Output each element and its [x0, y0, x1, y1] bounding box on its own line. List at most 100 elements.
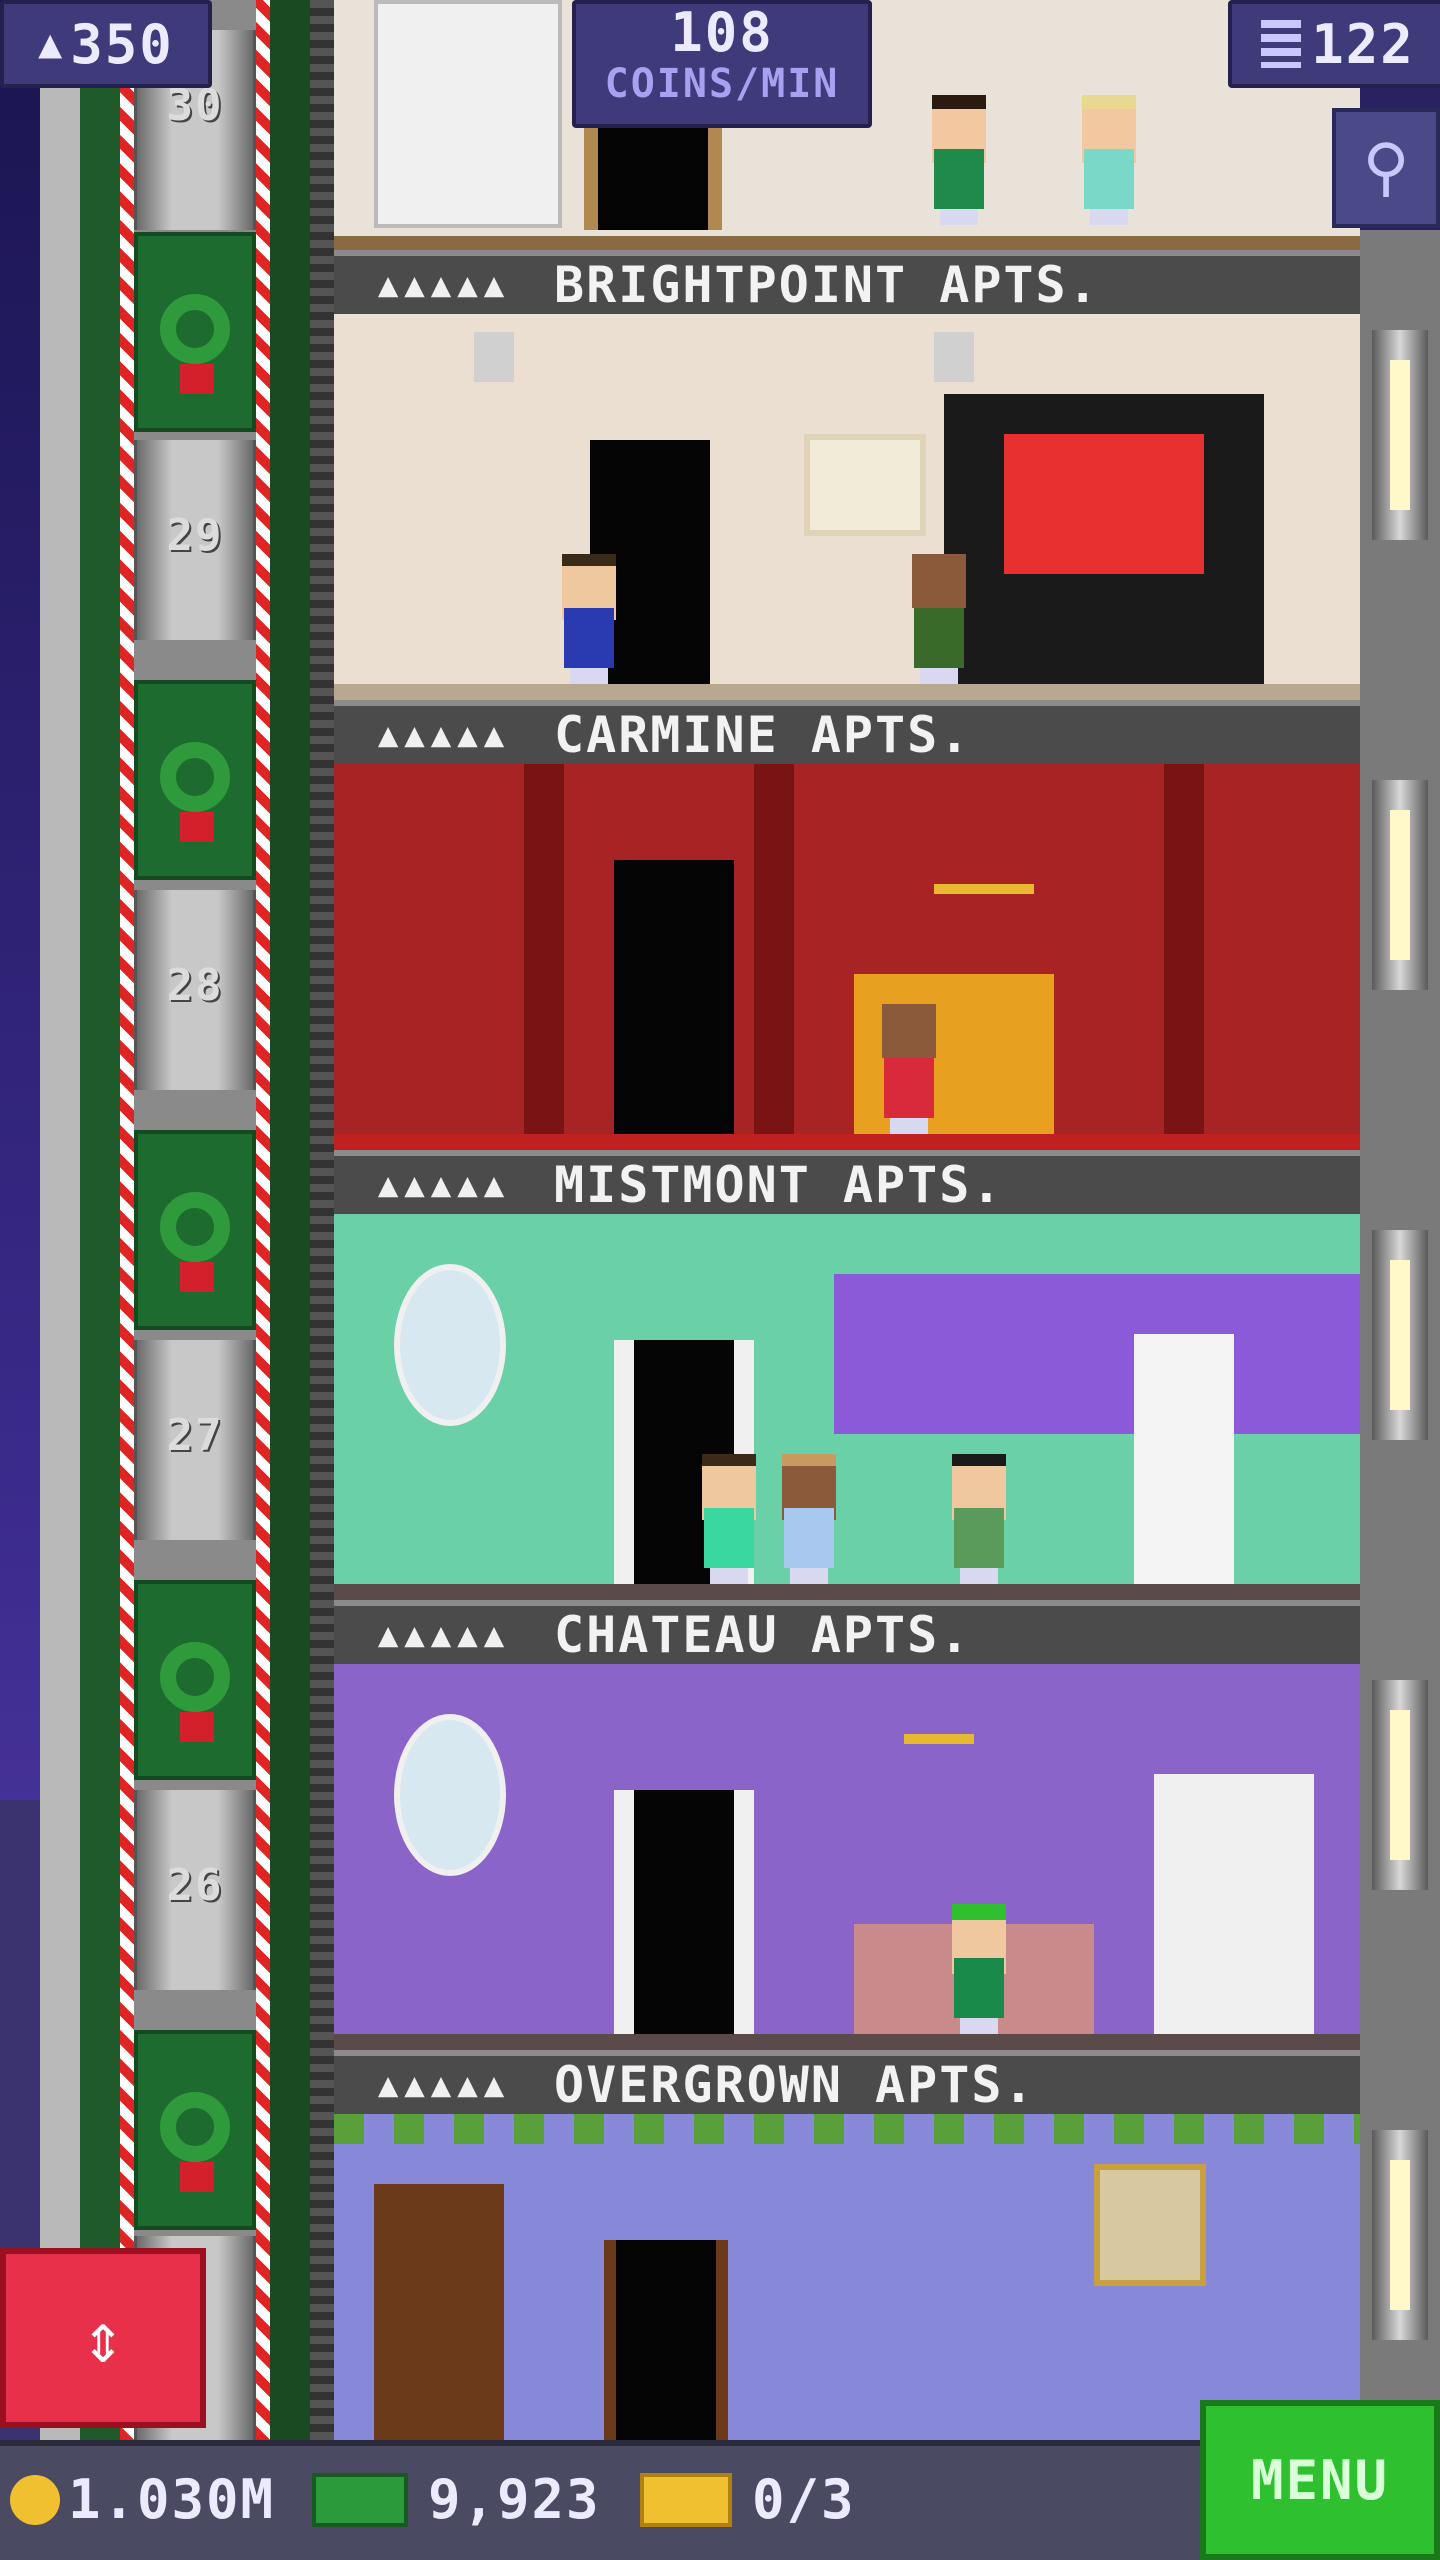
elevator-stop[interactable]: 26 [134, 1790, 256, 1990]
doorway[interactable] [614, 860, 734, 1150]
elevator-floor-number: 27 [166, 1410, 224, 1461]
wreath-panel [134, 232, 256, 432]
cash-icon [312, 2472, 408, 2527]
wreath-panel [134, 680, 256, 880]
room[interactable] [334, 2114, 1360, 2440]
bow-icon [180, 2162, 214, 2192]
resident[interactable] [774, 1454, 844, 1584]
zoom-button[interactable]: ⚲ [1332, 108, 1440, 228]
candy-cane-stripe-left [120, 0, 134, 2440]
column [754, 764, 794, 1134]
building-icon [1261, 20, 1302, 68]
shaft-track [270, 0, 310, 2440]
tickets-value: 0/3 [752, 2468, 856, 2531]
star-rating: ▲▲▲▲▲ [377, 1165, 511, 1205]
floor-overgrown[interactable]: ▲▲▲▲▲ OVERGROWN APTS. [334, 2050, 1360, 2440]
doorway[interactable] [584, 120, 722, 230]
floor-brightpoint[interactable]: ▲▲▲▲▲ BRIGHTPOINT APTS. [334, 250, 1360, 700]
wreath-panel [134, 1130, 256, 1330]
wreath-panel [134, 2030, 256, 2230]
floor-name: OVERGROWN APTS. [554, 2056, 1036, 2114]
floor-header: ▲▲▲▲▲ CARMINE APTS. [334, 700, 1360, 764]
wreath-icon [160, 294, 230, 364]
bookshelf [374, 2184, 504, 2440]
wall-painting [1094, 2164, 1206, 2286]
star-rating: ▲▲▲▲▲ [377, 715, 511, 755]
floor-counter[interactable]: 122 [1228, 0, 1440, 88]
bookshelf [374, 0, 562, 228]
elevator-stop[interactable]: 29 [134, 440, 256, 640]
bux-value: 9,923 [428, 2468, 601, 2531]
up-down-arrows-icon: ⇕ [81, 2297, 125, 2379]
resident[interactable] [554, 554, 624, 684]
resident[interactable] [944, 1904, 1014, 2034]
star-rating: ▲▲▲▲▲ [377, 2065, 511, 2105]
room[interactable] [334, 764, 1360, 1150]
bow-icon [180, 1262, 214, 1292]
floor-carmine[interactable]: ▲▲▲▲▲ CARMINE APTS. [334, 700, 1360, 1150]
coins-per-min-display: 108 COINS/MIN [572, 0, 872, 128]
chandelier [934, 804, 1034, 894]
resident[interactable] [1074, 95, 1144, 225]
room[interactable] [334, 1664, 1360, 2050]
bow-icon [180, 364, 214, 394]
doorway[interactable] [604, 2240, 728, 2440]
room[interactable] [334, 314, 1360, 700]
wall-lamp [1372, 2130, 1428, 2340]
floor-chateau[interactable]: ▲▲▲▲▲ CHATEAU APTS. [334, 1600, 1360, 2050]
wall-lamp [1372, 330, 1428, 540]
floor-name: BRIGHTPOINT APTS. [554, 256, 1100, 314]
coin-icon [10, 2474, 60, 2525]
shaft-track-rivets [310, 0, 334, 2440]
wreath-icon [160, 1642, 230, 1712]
coins-per-min-label: COINS/MIN [604, 61, 840, 107]
resident[interactable] [944, 1454, 1014, 1584]
wreath-icon [160, 742, 230, 812]
resident[interactable] [874, 1004, 944, 1134]
vines [334, 2114, 1360, 2144]
floor-count-value: 122 [1311, 12, 1415, 76]
tv-cabinet [944, 394, 1264, 684]
tickets-display[interactable]: 0/3 [640, 2468, 856, 2531]
wall-lamp [1372, 1230, 1428, 1440]
wreath-panel [134, 1580, 256, 1780]
cabinet [1154, 1774, 1314, 2034]
population-value: 350 [70, 12, 174, 76]
shaft-rail [80, 0, 120, 2440]
elevator-stop[interactable]: 27 [134, 1340, 256, 1540]
wall-lamp [1372, 780, 1428, 990]
elevator-button[interactable]: ⇕ [0, 2248, 206, 2428]
bow-icon [180, 812, 214, 842]
magnifier-icon: ⚲ [1362, 131, 1410, 205]
menu-button[interactable]: MENU [1200, 2400, 1440, 2560]
person-icon: ▲ [38, 21, 65, 67]
night-sky [0, 0, 40, 2440]
chandelier [904, 1684, 974, 1744]
floor-header: ▲▲▲▲▲ CHATEAU APTS. [334, 1600, 1360, 1664]
elevator-stop[interactable]: 28 [134, 890, 256, 1090]
fridge [1134, 1334, 1234, 1584]
resident[interactable] [904, 554, 974, 684]
star-rating: ▲▲▲▲▲ [377, 1615, 511, 1655]
star-rating: ▲▲▲▲▲ [377, 265, 511, 305]
floor-header: ▲▲▲▲▲ OVERGROWN APTS. [334, 2050, 1360, 2114]
elevator-floor-number: 29 [166, 510, 224, 561]
floor-header: ▲▲▲▲▲ BRIGHTPOINT APTS. [334, 250, 1360, 314]
doorway[interactable] [614, 1790, 754, 2050]
population-counter[interactable]: ▲ 350 [0, 0, 212, 88]
room[interactable] [334, 1214, 1360, 1600]
resident[interactable] [694, 1454, 764, 1584]
coins-display[interactable]: 1.030M [10, 2468, 275, 2531]
coins-value: 1.030M [68, 2468, 276, 2531]
floor-name: MISTMONT APTS. [554, 1156, 1004, 1214]
oval-mirror [394, 1714, 506, 1876]
wall-lamp [1372, 1680, 1428, 1890]
windows [834, 1274, 1360, 1434]
bow-icon [180, 1712, 214, 1742]
resident[interactable] [924, 95, 994, 225]
wall-painting [804, 434, 926, 536]
shaft-wall [40, 0, 80, 2440]
wreath-icon [160, 2092, 230, 2162]
bux-display[interactable]: 9,923 [312, 2468, 601, 2531]
floor-mistmont[interactable]: ▲▲▲▲▲ MISTMONT APTS. [334, 1150, 1360, 1600]
